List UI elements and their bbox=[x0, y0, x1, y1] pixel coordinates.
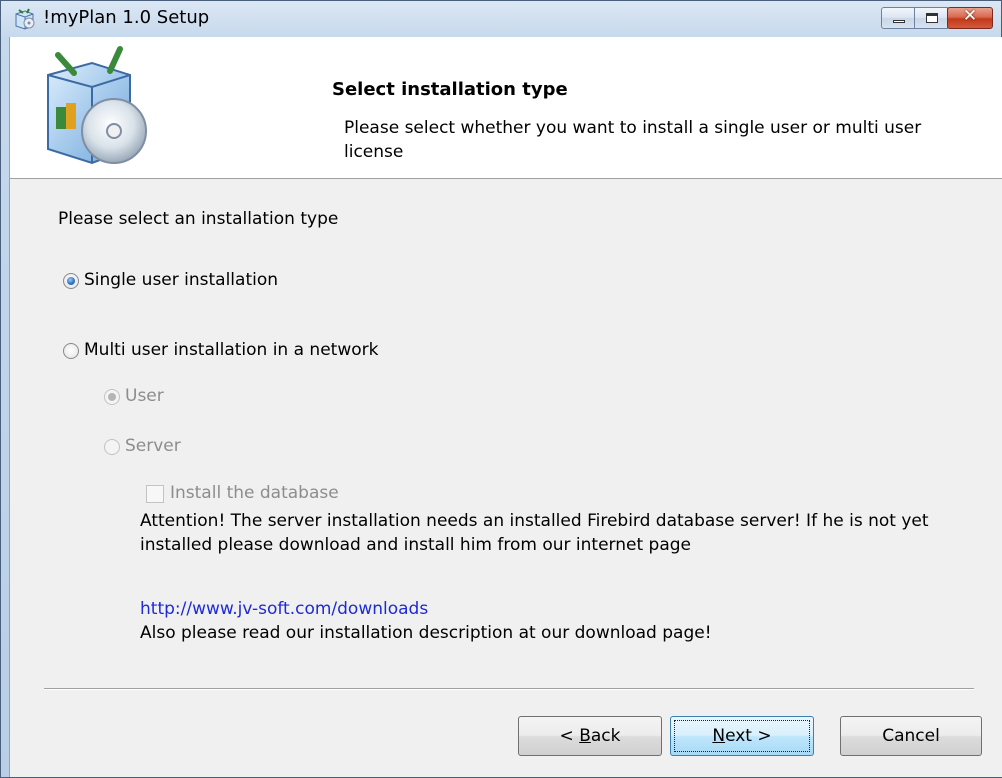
multi-user-radio[interactable] bbox=[63, 343, 79, 359]
close-button[interactable]: ✕ bbox=[947, 6, 993, 29]
setup-window: !myPlan 1.0 Setup ✕ Select installation … bbox=[0, 0, 1002, 778]
user-label[interactable]: User bbox=[125, 386, 164, 406]
multi-user-label[interactable]: Multi user installation in a network bbox=[84, 340, 378, 360]
back-button[interactable]: < Back bbox=[518, 716, 662, 756]
install-type-prompt: Please select an installation type bbox=[58, 209, 339, 229]
install-database-checkbox[interactable] bbox=[146, 485, 164, 503]
wizard-header: Select installation type Please select w… bbox=[10, 37, 1002, 179]
installer-box-icon bbox=[13, 7, 37, 31]
back-label-prefix: < bbox=[559, 726, 580, 746]
maximize-icon bbox=[926, 13, 938, 23]
maximize-button[interactable] bbox=[914, 7, 948, 29]
minimize-icon bbox=[893, 20, 905, 23]
attention-text: Attention! The server installation needs… bbox=[140, 511, 929, 555]
page-title: Select installation type bbox=[332, 79, 568, 100]
separator-line bbox=[44, 688, 974, 690]
focus-rectangle bbox=[674, 720, 810, 752]
cancel-button[interactable]: Cancel bbox=[840, 716, 982, 756]
user-radio[interactable] bbox=[104, 389, 120, 405]
install-database-label[interactable]: Install the database bbox=[170, 483, 339, 503]
read-description-text: Also please read our installation descri… bbox=[140, 623, 712, 643]
close-icon: ✕ bbox=[962, 6, 978, 26]
downloads-link[interactable]: http://www.jv-soft.com/downloads bbox=[140, 599, 428, 619]
server-label[interactable]: Server bbox=[125, 436, 181, 456]
next-button[interactable]: Next > bbox=[670, 716, 814, 756]
title-bar[interactable]: !myPlan 1.0 Setup ✕ bbox=[1, 1, 1001, 37]
server-radio[interactable] bbox=[104, 439, 120, 455]
single-user-label[interactable]: Single user installation bbox=[84, 270, 278, 290]
installer-box-cd-icon bbox=[34, 45, 154, 169]
page-subtitle: Please select whether you want to instal… bbox=[344, 118, 922, 162]
minimize-button[interactable] bbox=[881, 7, 915, 29]
single-user-radio[interactable] bbox=[63, 273, 79, 289]
dialog-client-area: Select installation type Please select w… bbox=[9, 37, 1002, 777]
window-title: !myPlan 1.0 Setup bbox=[43, 7, 210, 28]
back-label-key: B bbox=[579, 726, 591, 746]
back-label-rest: ack bbox=[590, 726, 621, 746]
